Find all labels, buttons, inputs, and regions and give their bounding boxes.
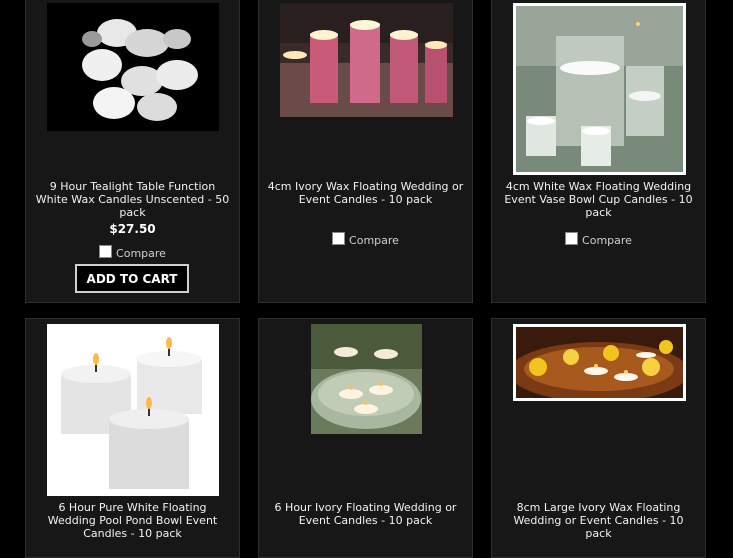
flowers-floating-candles-image: [516, 327, 683, 398]
compare-control[interactable]: Compare: [492, 232, 705, 247]
product-image[interactable]: [47, 324, 219, 496]
product-price: $27.50: [109, 222, 156, 236]
product-image[interactable]: [513, 3, 686, 175]
compare-control[interactable]: Compare: [259, 232, 472, 247]
product-title[interactable]: 9 Hour Tealight Table Function White Wax…: [34, 180, 231, 219]
compare-control[interactable]: Compare: [26, 245, 239, 260]
white-floating-candles-image: [47, 324, 219, 496]
product-card: 8cm Large Ivory Wax Floating Wedding or …: [491, 318, 706, 558]
compare-checkbox[interactable]: [332, 232, 346, 245]
floating-candles-table-image: [280, 3, 453, 117]
product-card: 6 Hour Ivory Floating Wedding or Event C…: [258, 318, 473, 558]
product-title[interactable]: 6 Hour Pure White Floating Wedding Pool …: [34, 501, 231, 540]
product-title[interactable]: 4cm White Wax Floating Wedding Event Vas…: [500, 180, 697, 219]
product-title[interactable]: 6 Hour Ivory Floating Wedding or Event C…: [267, 501, 464, 527]
compare-label: Compare: [349, 234, 399, 247]
product-title[interactable]: 8cm Large Ivory Wax Floating Wedding or …: [500, 501, 697, 540]
tealight-candles-image: [47, 3, 219, 131]
product-card: 4cm White Wax Floating Wedding Event Vas…: [491, 0, 706, 303]
compare-checkbox[interactable]: [565, 232, 579, 245]
product-title[interactable]: 4cm Ivory Wax Floating Wedding or Event …: [267, 180, 464, 206]
product-image[interactable]: [513, 324, 686, 401]
product-card: 4cm Ivory Wax Floating Wedding or Event …: [258, 0, 473, 303]
product-card: 9 Hour Tealight Table Function White Wax…: [25, 0, 240, 303]
product-image[interactable]: [280, 3, 453, 117]
vase-candles-image: [516, 6, 683, 172]
compare-label: Compare: [582, 234, 632, 247]
bowl-floating-candles-image: [311, 324, 422, 434]
product-image[interactable]: [47, 3, 219, 131]
compare-checkbox[interactable]: [99, 245, 113, 258]
add-to-cart-button[interactable]: ADD TO CART: [75, 264, 189, 293]
product-card: 6 Hour Pure White Floating Wedding Pool …: [25, 318, 240, 558]
compare-label: Compare: [116, 247, 166, 260]
product-image[interactable]: [311, 324, 422, 434]
